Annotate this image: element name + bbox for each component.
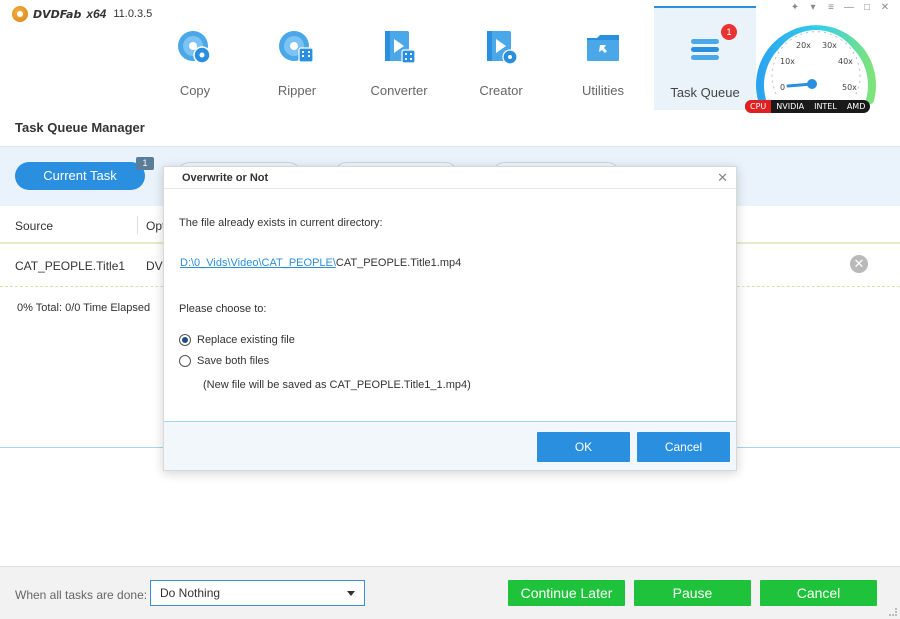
- save-both-note: (New file will be saved as CAT_PEOPLE.Ti…: [203, 379, 471, 391]
- dvdfab-logo-icon: [12, 6, 28, 22]
- dialog-message: The file already exists in current direc…: [179, 217, 383, 229]
- task-queue-badge: 1: [721, 24, 737, 40]
- nav-task-queue[interactable]: 1 Task Queue: [654, 6, 756, 110]
- speed-gauge-dial: 0 10x 20x 30x 40x 50x: [756, 25, 876, 122]
- dialog-footer: OK Cancel: [164, 421, 736, 470]
- file-path: D:\0_Vids\Video\CAT_PEOPLE\CAT_PEOPLE.Ti…: [180, 257, 461, 269]
- converter-icon: [379, 28, 419, 68]
- gauge-tick-40x: 40x: [838, 57, 853, 66]
- hardware-acceleration-bar: CPU NVIDIA INTEL AMD: [745, 100, 871, 113]
- nav-ripper[interactable]: Ripper: [246, 6, 348, 110]
- task-queue-icon: [685, 30, 725, 70]
- cancel-task-button[interactable]: Cancel: [760, 580, 877, 606]
- footer-bar: When all tasks are done: Do Nothing Cont…: [0, 566, 900, 619]
- save-both-radio-label[interactable]: Save both files: [197, 355, 269, 367]
- replace-radio[interactable]: [179, 334, 191, 346]
- utilities-icon: [583, 28, 623, 68]
- row-source: CAT_PEOPLE.Title1: [15, 259, 126, 273]
- speed-gauge: 0 10x 20x 30x 40x 50x: [744, 14, 888, 122]
- pin-icon[interactable]: ✦: [790, 2, 800, 13]
- remove-task-icon[interactable]: ✕: [850, 255, 868, 273]
- dialog-cancel-button[interactable]: Cancel: [637, 432, 730, 462]
- column-divider[interactable]: [137, 216, 138, 234]
- ripper-icon: [277, 28, 317, 68]
- skin-icon[interactable]: ▾: [808, 2, 818, 13]
- minimize-icon[interactable]: —: [844, 2, 854, 13]
- overwrite-dialog: Overwrite or Not ✕ The file already exis…: [163, 166, 737, 471]
- nav-utilities-label: Utilities: [582, 83, 624, 98]
- pause-button[interactable]: Pause: [634, 580, 751, 606]
- app-arch: x64: [86, 7, 107, 21]
- current-task-count-badge: 1: [136, 157, 154, 170]
- dialog-title: Overwrite or Not: [182, 172, 269, 184]
- module-nav: Copy Ripper Converter Creator Utilities …: [144, 6, 756, 110]
- app-name: DVDFab: [33, 7, 82, 21]
- tab-current-task[interactable]: Current Task: [15, 162, 145, 190]
- hw-cpu: CPU: [745, 100, 772, 113]
- dialog-header: Overwrite or Not ✕: [164, 167, 736, 189]
- maximize-icon[interactable]: □: [862, 2, 872, 13]
- column-source: Source: [15, 219, 54, 233]
- ok-button[interactable]: OK: [537, 432, 630, 462]
- app-header: DVDFab x64 11.0.3.5 Copy Ripper Converte…: [0, 0, 900, 122]
- folder-path-link[interactable]: D:\0_Vids\Video\CAT_PEOPLE\: [180, 257, 336, 269]
- gauge-tick-10x: 10x: [780, 57, 795, 66]
- nav-creator-label: Creator: [479, 83, 523, 98]
- window-controls: ✦ ▾ ≡ — □ ✕: [790, 2, 890, 13]
- nav-copy[interactable]: Copy: [144, 6, 246, 110]
- replace-radio-label[interactable]: Replace existing file: [197, 334, 295, 346]
- task-progress-text: 0% Total: 0/0 Time Elapsed: [17, 302, 151, 314]
- resize-grip-icon[interactable]: [889, 608, 897, 616]
- gauge-tick-50x: 50x: [842, 83, 857, 92]
- chevron-down-icon: [347, 591, 355, 596]
- hw-nvidia: NVIDIA: [776, 102, 805, 111]
- hw-intel: INTEL: [814, 102, 837, 111]
- continue-later-button[interactable]: Continue Later: [508, 580, 625, 606]
- gauge-tick-0: 0: [780, 83, 785, 92]
- app-logo: DVDFab x64 11.0.3.5: [12, 6, 152, 22]
- save-both-radio[interactable]: [179, 355, 191, 367]
- file-name: CAT_PEOPLE.Title1.mp4: [335, 257, 462, 269]
- when-done-value: Do Nothing: [160, 586, 221, 600]
- when-done-label: When all tasks are done:: [15, 588, 148, 602]
- close-window-icon[interactable]: ✕: [880, 2, 890, 13]
- nav-copy-label: Copy: [179, 83, 211, 98]
- hw-amd: AMD: [846, 102, 866, 111]
- gauge-tick-30x: 30x: [822, 41, 837, 50]
- nav-converter[interactable]: Converter: [348, 6, 450, 110]
- page-title: Task Queue Manager: [15, 120, 145, 135]
- when-done-select[interactable]: Do Nothing: [150, 580, 365, 606]
- nav-task-queue-label: Task Queue: [670, 85, 740, 100]
- creator-icon: [481, 28, 521, 68]
- nav-converter-label: Converter: [370, 83, 428, 98]
- close-icon[interactable]: ✕: [717, 170, 728, 186]
- nav-utilities[interactable]: Utilities: [552, 6, 654, 110]
- copy-disc-icon: [175, 28, 215, 68]
- nav-creator[interactable]: Creator: [450, 6, 552, 110]
- menu-icon[interactable]: ≡: [826, 2, 836, 13]
- dialog-prompt: Please choose to:: [179, 303, 267, 315]
- gauge-tick-20x: 20x: [796, 41, 811, 50]
- nav-ripper-label: Ripper: [277, 83, 317, 98]
